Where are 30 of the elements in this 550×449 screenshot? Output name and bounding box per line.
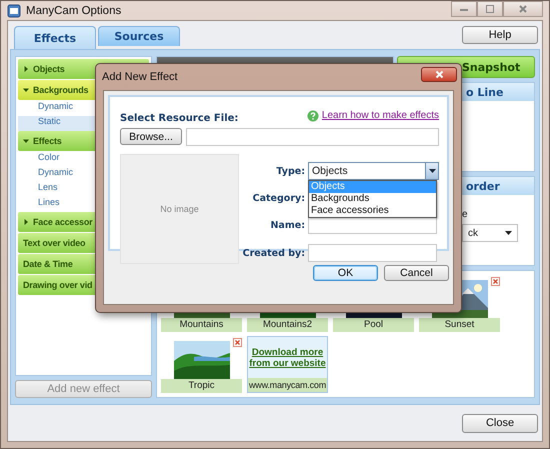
tab[interactable]: Effects bbox=[14, 26, 96, 49]
panel-header: o Line bbox=[466, 86, 504, 98]
effect-tile[interactable]: Tropic bbox=[161, 336, 242, 393]
panel-header: order bbox=[466, 180, 500, 192]
tile-label: Mountains bbox=[161, 318, 242, 332]
tile-label: Mountains2 bbox=[247, 318, 328, 332]
field-label: Type: bbox=[275, 166, 305, 176]
window-title: ManyCam Options bbox=[26, 4, 122, 16]
tab[interactable]: Sources bbox=[98, 26, 180, 46]
help-button[interactable]: Help bbox=[462, 26, 538, 44]
field-label: Name: bbox=[269, 220, 305, 230]
tile-label: Sunset bbox=[419, 318, 500, 332]
tile-label: Tropic bbox=[161, 379, 242, 393]
tile-label: www.manycam.com bbox=[248, 378, 327, 392]
dropdown[interactable]: ck bbox=[462, 224, 518, 242]
option-label: e bbox=[462, 209, 468, 220]
effect-tile[interactable]: Download more from our website www.manycam.com bbox=[247, 336, 328, 393]
field-label: Category: bbox=[252, 192, 305, 204]
close-window-button[interactable]: Close bbox=[462, 414, 538, 432]
image-preview: No image bbox=[120, 154, 239, 264]
download-link[interactable]: Download more from our website bbox=[248, 346, 327, 368]
dropdown-option[interactable]: Face accessories bbox=[309, 205, 436, 217]
field-label: Created by: bbox=[242, 248, 305, 258]
cancel-button[interactable]: Cancel bbox=[384, 265, 449, 281]
browse-button[interactable]: Browse... bbox=[120, 128, 182, 145]
ok-button[interactable]: OK bbox=[313, 265, 378, 281]
tile-label: Pool bbox=[333, 318, 414, 332]
dropdown-option[interactable]: Backgrounds bbox=[309, 193, 436, 205]
type-dropdown[interactable]: Objects bbox=[308, 162, 439, 180]
help-link[interactable]: Learn how to make effects bbox=[322, 110, 439, 121]
